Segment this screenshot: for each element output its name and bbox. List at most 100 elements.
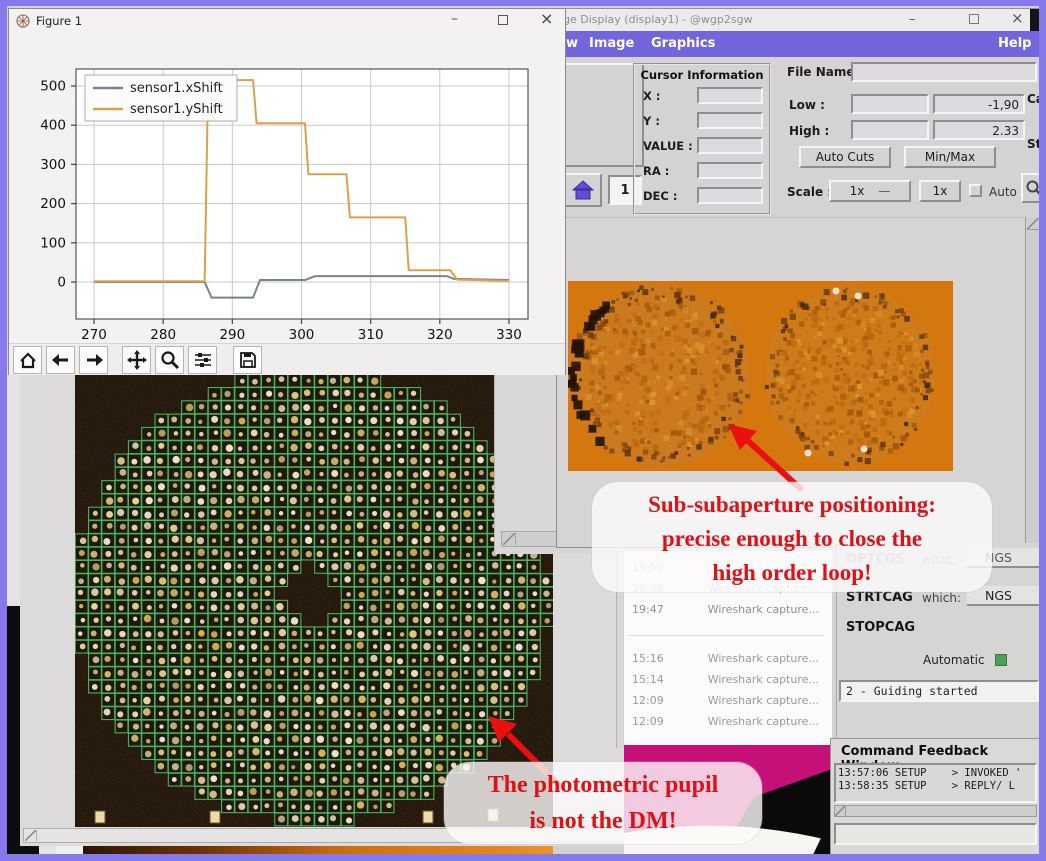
annotation-line: high order loop! xyxy=(592,556,992,590)
svg-text:400: 400 xyxy=(40,118,66,134)
toolbar-save-button[interactable] xyxy=(233,346,262,374)
menu-item-view[interactable]: w xyxy=(566,36,578,51)
figure-window: Figure 1 – × 270280290300310320330010020… xyxy=(8,8,566,375)
low-value-box[interactable]: -1,90 xyxy=(933,94,1025,114)
display-vertical-scrollbar[interactable] xyxy=(1025,217,1039,547)
frame-border-bottom xyxy=(0,854,1046,861)
log-row[interactable]: 12:09Wireshark capture... xyxy=(632,694,819,707)
wavefront-image[interactable] xyxy=(568,281,953,471)
high-field[interactable] xyxy=(851,120,929,140)
auto-cuts-button[interactable]: Auto Cuts xyxy=(799,146,891,168)
file-name-field[interactable] xyxy=(851,62,1037,82)
home-icon xyxy=(18,350,38,370)
high-value-box[interactable]: 2.33 xyxy=(933,120,1025,140)
low-label: Low : xyxy=(789,98,825,112)
cursor-x-label: X : xyxy=(643,89,660,103)
back-arrow-icon xyxy=(51,350,71,370)
svg-text:330: 330 xyxy=(496,327,522,343)
pan-index-value: 1 xyxy=(620,183,629,198)
menu-item-graphics[interactable]: Graphics xyxy=(651,36,715,51)
log-time: 15:16 xyxy=(632,652,664,665)
automatic-indicator[interactable] xyxy=(995,654,1007,666)
low-field[interactable] xyxy=(851,94,929,114)
sensor-shift-chart: 2702802903003103203300100200300400500tim… xyxy=(9,33,565,343)
toolbar-pan-button[interactable] xyxy=(122,346,151,374)
strtcag-value: NGS xyxy=(985,588,1012,603)
scale-value: 1x xyxy=(850,184,865,198)
log-time: 12:09 xyxy=(632,694,664,707)
guider-status-message: 2 - Guiding started xyxy=(846,684,978,698)
command-stopcag[interactable]: STOPCAG xyxy=(846,620,915,635)
pan-icon xyxy=(127,350,147,370)
cursor-info-title: Cursor Information xyxy=(635,68,769,82)
display-window-title: ge Display (display1) - @wgp2sgw xyxy=(563,13,753,26)
min-max-button[interactable]: Min/Max xyxy=(904,146,996,168)
svg-text:200: 200 xyxy=(40,196,66,212)
scale-label: Scale : xyxy=(787,185,832,199)
matplotlib-icon xyxy=(16,14,30,28)
display-titlebar[interactable]: ge Display (display1) - @wgp2sgw – × xyxy=(557,9,1039,31)
toolbar-forward-button[interactable] xyxy=(79,346,108,374)
cursor-info-panel: Cursor Information X : Y : VALUE : RA : … xyxy=(633,63,771,215)
menu-item-image[interactable]: Image xyxy=(589,36,634,51)
toolbar-back-button[interactable] xyxy=(46,346,75,374)
svg-text:310: 310 xyxy=(358,327,384,343)
log-row[interactable]: 15:14 Wireshark capture... xyxy=(632,673,819,686)
frame-border-right xyxy=(1039,0,1046,861)
log-text: Wireshark capture... xyxy=(708,673,819,686)
log-row[interactable]: 12:09Wireshark capture... xyxy=(632,715,819,728)
log-text: Wireshark capture... xyxy=(708,603,819,616)
command-feedback-window: Command Feedback Window 13:57:06 SETUP >… xyxy=(830,738,1040,858)
dm-image[interactable] xyxy=(75,374,553,827)
high-label: High : xyxy=(789,124,829,138)
toolbar-zoom-button[interactable] xyxy=(155,346,184,374)
scale-zoom-box[interactable]: 1x xyxy=(919,180,961,202)
cursor-y-label: Y : xyxy=(643,114,660,128)
maximize-button[interactable] xyxy=(969,14,979,24)
annotation-bubble-subaperture: Sub-subaperture positioning: precise eno… xyxy=(592,482,992,592)
annotation-line: is not the DM! xyxy=(444,803,762,839)
feedback-horizontal-scrollbar[interactable] xyxy=(834,805,1037,817)
svg-text:0: 0 xyxy=(57,275,66,291)
auto-checkbox[interactable] xyxy=(969,184,982,197)
log-row[interactable]: 15:16Wireshark capture... xyxy=(632,652,819,665)
feedback-list[interactable]: 13:57:06 SETUP > INVOKED ' 13:58:35 SETU… xyxy=(834,763,1037,803)
forward-arrow-icon xyxy=(84,350,104,370)
scrollbar-grip-icon[interactable] xyxy=(503,533,516,545)
minimize-button[interactable]: – xyxy=(909,13,916,26)
cursor-y-field[interactable] xyxy=(697,112,763,129)
toolbar-home-button[interactable] xyxy=(13,346,42,374)
dropdown-dash-icon: — xyxy=(878,184,890,198)
scrollbar-grip-icon[interactable] xyxy=(1027,218,1039,230)
pan-home-button[interactable] xyxy=(564,173,602,207)
guider-status-box: 2 - Guiding started xyxy=(839,680,1039,702)
cursor-ra-field[interactable] xyxy=(697,162,763,179)
annotation-line: The photometric pupil xyxy=(444,767,762,803)
command-strtcag[interactable]: STRTCAG xyxy=(846,590,913,605)
log-separator xyxy=(628,635,824,636)
cursor-dec-field[interactable] xyxy=(697,187,763,204)
svg-text:270: 270 xyxy=(81,327,107,343)
maximize-button[interactable] xyxy=(498,15,508,25)
feedback-input[interactable] xyxy=(834,823,1037,845)
svg-text:280: 280 xyxy=(150,327,176,343)
close-button[interactable]: × xyxy=(540,12,553,25)
log-time: 15:14 xyxy=(632,673,664,686)
log-row[interactable]: 19:47Wireshark capture... xyxy=(632,603,819,616)
menu-item-help[interactable]: Help xyxy=(998,36,1031,51)
magnifier-icon xyxy=(160,350,180,370)
minimize-button[interactable]: – xyxy=(451,13,458,26)
cursor-value-label: VALUE : xyxy=(643,139,693,153)
titlebar-black-sliver xyxy=(1030,9,1039,31)
scale-dropdown[interactable]: 1x — xyxy=(829,180,911,202)
cursor-value-field[interactable] xyxy=(697,137,763,154)
figure-toolbar xyxy=(9,343,565,375)
toolbar-subplots-button[interactable] xyxy=(188,346,217,374)
figure-titlebar[interactable]: Figure 1 – × xyxy=(9,9,565,33)
scrollbar-grip-icon[interactable] xyxy=(835,806,846,816)
frame-border-left xyxy=(0,0,7,861)
close-button[interactable]: × xyxy=(1011,12,1024,25)
scrollbar-grip-icon[interactable] xyxy=(25,830,37,841)
cursor-x-field[interactable] xyxy=(697,87,763,104)
figure-window-title: Figure 1 xyxy=(36,14,82,28)
